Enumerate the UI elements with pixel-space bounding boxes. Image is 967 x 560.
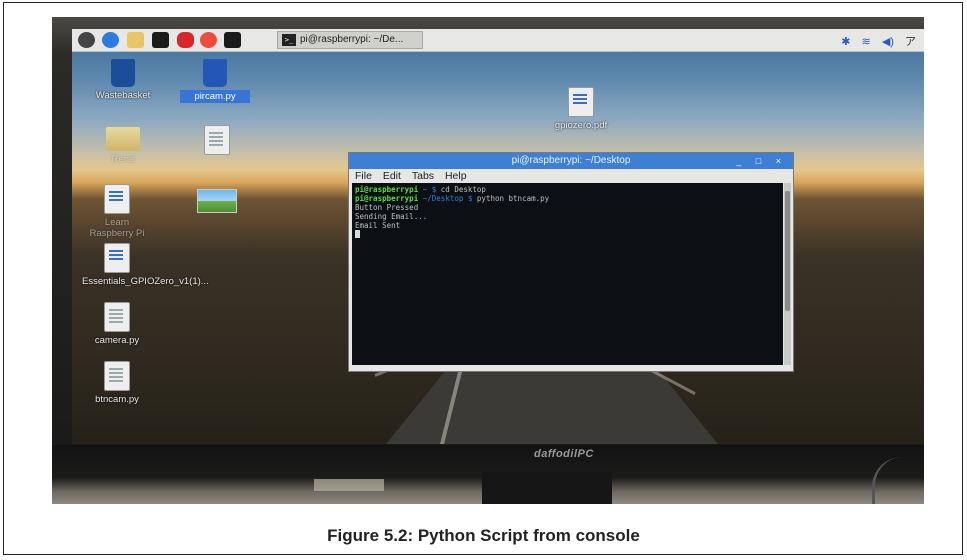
web-browser-icon[interactable]	[102, 32, 119, 48]
pdf-file-icon	[104, 243, 130, 273]
desktop-icon-label: btncam.py	[95, 394, 139, 405]
volume-icon[interactable]: ◀)	[882, 36, 894, 48]
figure-frame: >_ pi@raspberrypi: ~/De... ✱ ≋ ◀) ア Wast…	[3, 2, 963, 555]
desktop-icon-label: Wastebasket	[95, 90, 151, 101]
terminal-line: pi@raspberrypi ~ $ cd Desktop	[355, 185, 780, 194]
folder-icon	[106, 127, 140, 151]
terminal-cursor	[355, 230, 360, 238]
prompt-path: ~/Desktop $	[418, 194, 477, 203]
desktop-icon-label: camera.py	[94, 335, 140, 346]
bluetooth-icon[interactable]: ✱	[841, 36, 850, 48]
raspberry-menu-icon[interactable]	[78, 32, 95, 48]
desktop-icon-document[interactable]	[182, 125, 252, 155]
file-manager-icon[interactable]	[127, 32, 144, 48]
monitor-brand-logo: daffodilPC	[534, 448, 594, 460]
command-text: python btncam.py	[476, 194, 550, 203]
taskbar-window-label: pi@raspberrypi: ~/De...	[300, 34, 404, 45]
terminal-titlebar[interactable]: pi@raspberrypi: ~/Desktop _ □ ×	[349, 153, 793, 169]
python-file-icon	[104, 361, 130, 391]
desktop-icon-gpiozero-pdf[interactable]: gpiozero.pdf	[546, 87, 616, 131]
monitor-stand	[482, 472, 612, 504]
prompt-path: ~ $	[418, 185, 441, 194]
image-file-icon	[197, 189, 237, 213]
terminal-line: Sending Email...	[355, 212, 428, 221]
python-file-icon	[203, 59, 227, 87]
python-file-icon	[104, 302, 130, 332]
desktop-icon-label: Rene	[111, 154, 135, 165]
wolfram-icon[interactable]	[200, 32, 217, 48]
terminal-title: pi@raspberrypi: ~/Desktop	[511, 155, 631, 166]
terminal-menubar: File Edit Tabs Help	[349, 169, 793, 183]
prompt-user: pi@raspberrypi	[355, 194, 419, 203]
terminal-line: pi@raspberrypi ~/Desktop $ python btncam…	[355, 194, 780, 203]
desktop-icon-essentials-gpiozero[interactable]: Essentials_GPIOZero_v1(1)...	[82, 243, 209, 287]
desktop-icon-image[interactable]	[182, 189, 252, 213]
desktop-icon-label: pircam.py	[180, 90, 250, 103]
desktop-icon-pircam[interactable]: pircam.py	[180, 59, 250, 103]
text-file-icon	[204, 125, 230, 155]
desktop-icon-camera[interactable]: camera.py	[82, 302, 152, 346]
menu-file[interactable]: File	[355, 170, 372, 182]
desktop-icon-btncam[interactable]: btncam.py	[82, 361, 152, 405]
mathematica-icon[interactable]	[177, 32, 194, 48]
desktop-icon-learn-raspberry-pi[interactable]: Learn Raspberry Pi	[82, 184, 152, 239]
terminal-output[interactable]: pi@raspberrypi ~ $ cd Desktop pi@raspber…	[352, 183, 783, 365]
wifi-icon[interactable]: ≋	[862, 36, 871, 48]
terminal-icon[interactable]	[152, 32, 169, 48]
desktop-screen: >_ pi@raspberrypi: ~/De... ✱ ≋ ◀) ア Wast…	[72, 29, 924, 444]
clock-partial: ア	[905, 36, 916, 48]
terminal-line: Email Sent	[355, 221, 401, 230]
terminal-cursor-line	[355, 230, 780, 240]
taskbar-window-button[interactable]: >_ pi@raspberrypi: ~/De...	[277, 31, 423, 49]
desktop-icon-wastebasket[interactable]: Wastebasket	[88, 59, 158, 101]
pdf-file-icon	[568, 87, 594, 117]
window-controls[interactable]: _ □ ×	[736, 153, 787, 169]
desktop-icon-folder[interactable]: Rene	[88, 127, 158, 165]
terminal-scrollbar[interactable]	[784, 183, 791, 365]
document-icon	[104, 184, 130, 214]
taskbar: >_ pi@raspberrypi: ~/De... ✱ ≋ ◀) ア	[72, 29, 924, 52]
desktop-icon-label: Essentials_GPIOZero_v1(1)...	[82, 276, 209, 287]
menu-edit[interactable]: Edit	[383, 170, 401, 182]
desktop-icon-label: gpiozero.pdf	[554, 120, 608, 131]
terminal-window[interactable]: pi@raspberrypi: ~/Desktop _ □ × File Edi…	[348, 152, 794, 372]
menu-help[interactable]: Help	[445, 170, 467, 182]
terminal-icon[interactable]	[224, 32, 241, 48]
scrollbar-thumb[interactable]	[785, 191, 790, 311]
desk-sticker	[314, 479, 384, 491]
prompt-user: pi@raspberrypi	[355, 185, 419, 194]
system-tray: ✱ ≋ ◀) ア	[833, 33, 916, 49]
desktop-icon-label: Learn Raspberry Pi	[89, 217, 145, 239]
figure-caption: Figure 5.2: Python Script from console	[327, 526, 640, 545]
terminal-line: Button Pressed	[355, 203, 419, 212]
menu-tabs[interactable]: Tabs	[412, 170, 434, 182]
trash-icon	[111, 59, 135, 87]
monitor-photo: >_ pi@raspberrypi: ~/De... ✱ ≋ ◀) ア Wast…	[52, 17, 924, 504]
command-text: cd Desktop	[440, 185, 486, 194]
terminal-icon: >_	[282, 34, 296, 46]
